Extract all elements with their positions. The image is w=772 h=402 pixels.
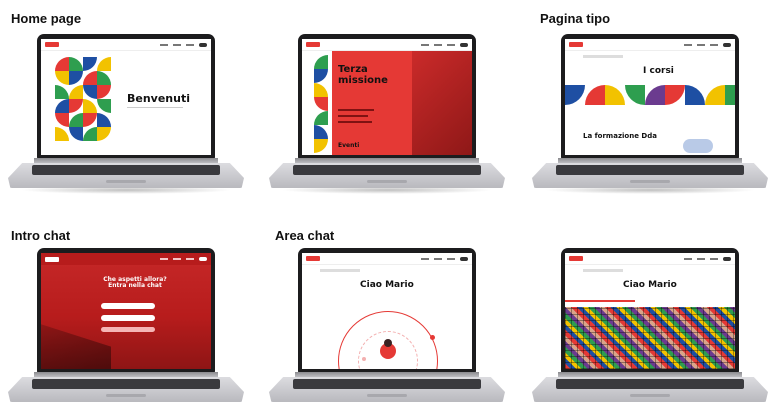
theme-toggle-icon[interactable] bbox=[199, 257, 207, 261]
theme-toggle-icon[interactable] bbox=[723, 256, 731, 261]
screen-corsi: I corsi La formazione Dda bbox=[565, 39, 735, 155]
site-logo[interactable] bbox=[306, 42, 320, 47]
events-link[interactable]: Eventi bbox=[338, 142, 359, 149]
laptop-notch bbox=[367, 394, 407, 397]
site-navbar bbox=[41, 253, 211, 265]
site-navbar bbox=[302, 39, 472, 51]
site-navbar bbox=[302, 253, 472, 265]
site-logo[interactable] bbox=[569, 42, 583, 47]
theme-toggle-icon[interactable] bbox=[723, 42, 731, 47]
laptop-lid: Terza missione Eventi bbox=[298, 34, 476, 159]
chat-submit-button[interactable] bbox=[101, 327, 155, 332]
theme-toggle-icon[interactable] bbox=[460, 256, 468, 261]
laptop-keyboard bbox=[556, 165, 744, 175]
site-navbar bbox=[565, 39, 735, 51]
laptop-keyboard bbox=[293, 165, 481, 175]
screen-title: Ciao Mario bbox=[623, 280, 677, 290]
label-area-chat: Area chat bbox=[275, 228, 335, 243]
screen-terza-missione: Terza missione Eventi bbox=[302, 39, 472, 155]
orbit-dot bbox=[362, 357, 366, 361]
theme-toggle-icon[interactable] bbox=[460, 42, 468, 47]
avatar-mosaic bbox=[565, 307, 735, 369]
laptop-area-chat: Ciao Mario bbox=[267, 248, 507, 402]
avatar-head bbox=[384, 339, 392, 347]
laptop-notch bbox=[367, 180, 407, 183]
red-divider bbox=[565, 300, 635, 302]
laptop-home: Benvenuti bbox=[6, 34, 246, 196]
label-home-page: Home page bbox=[11, 11, 82, 26]
screen-area-chat: Ciao Mario bbox=[302, 253, 472, 369]
decor-blue bbox=[683, 139, 713, 153]
laptop-keyboard bbox=[556, 379, 744, 389]
screen-title: I corsi bbox=[643, 66, 674, 76]
theme-toggle-icon[interactable] bbox=[199, 42, 207, 47]
breadcrumb bbox=[583, 269, 623, 272]
laptop-lid: Ciao Mario bbox=[561, 248, 739, 373]
laptop-lid: Ciao Mario bbox=[298, 248, 476, 373]
laptop-notch bbox=[106, 180, 146, 183]
laptop-lid: Che aspetti allora? Entra nella chat bbox=[37, 248, 215, 373]
laptop-intro-chat: Che aspetti allora? Entra nella chat bbox=[6, 248, 246, 402]
title-underline bbox=[127, 107, 183, 108]
screen-home: Benvenuti bbox=[41, 39, 211, 155]
screen-area-chat-mosaic: Ciao Mario bbox=[565, 253, 735, 369]
hero-photo bbox=[412, 51, 472, 155]
geometric-pattern bbox=[55, 57, 111, 141]
laptop-notch bbox=[630, 394, 670, 397]
site-logo[interactable] bbox=[45, 42, 59, 47]
label-pagina-tipo: Pagina tipo bbox=[540, 11, 611, 26]
chat-input-email[interactable] bbox=[101, 315, 155, 321]
hero-text-lines bbox=[338, 109, 378, 123]
screen-subtitle: La formazione Dda bbox=[583, 132, 657, 140]
site-navbar bbox=[565, 253, 735, 265]
screen-title: Benvenuti bbox=[127, 92, 190, 105]
screen-title: Che aspetti allora? Entra nella chat bbox=[103, 276, 167, 290]
laptop-notch bbox=[630, 180, 670, 183]
chat-input-name[interactable] bbox=[101, 303, 155, 309]
site-logo[interactable] bbox=[45, 256, 59, 262]
site-navbar bbox=[41, 39, 211, 51]
orbit-dot bbox=[430, 335, 435, 340]
laptop-corsi: I corsi La formazione Dda bbox=[530, 34, 770, 196]
laptop-area-chat-mosaic: Ciao Mario bbox=[530, 248, 770, 402]
site-logo[interactable] bbox=[569, 256, 583, 261]
laptop-lid: Benvenuti bbox=[37, 34, 215, 159]
label-intro-chat: Intro chat bbox=[11, 228, 71, 243]
geometric-strip bbox=[314, 55, 328, 155]
screen-title: Terza missione bbox=[338, 64, 388, 86]
laptop-lid: I corsi La formazione Dda bbox=[561, 34, 739, 159]
site-logo[interactable] bbox=[306, 256, 320, 261]
laptop-keyboard bbox=[293, 379, 481, 389]
screen-intro-chat: Che aspetti allora? Entra nella chat bbox=[41, 253, 211, 369]
breadcrumb bbox=[320, 269, 360, 272]
screen-title: Ciao Mario bbox=[360, 280, 414, 290]
background-building bbox=[41, 324, 111, 369]
laptop-keyboard bbox=[32, 379, 220, 389]
laptop-terza-missione: Terza missione Eventi bbox=[267, 34, 507, 196]
laptop-notch bbox=[106, 394, 146, 397]
laptop-keyboard bbox=[32, 165, 220, 175]
breadcrumb bbox=[583, 55, 623, 58]
geometric-band bbox=[565, 85, 735, 105]
